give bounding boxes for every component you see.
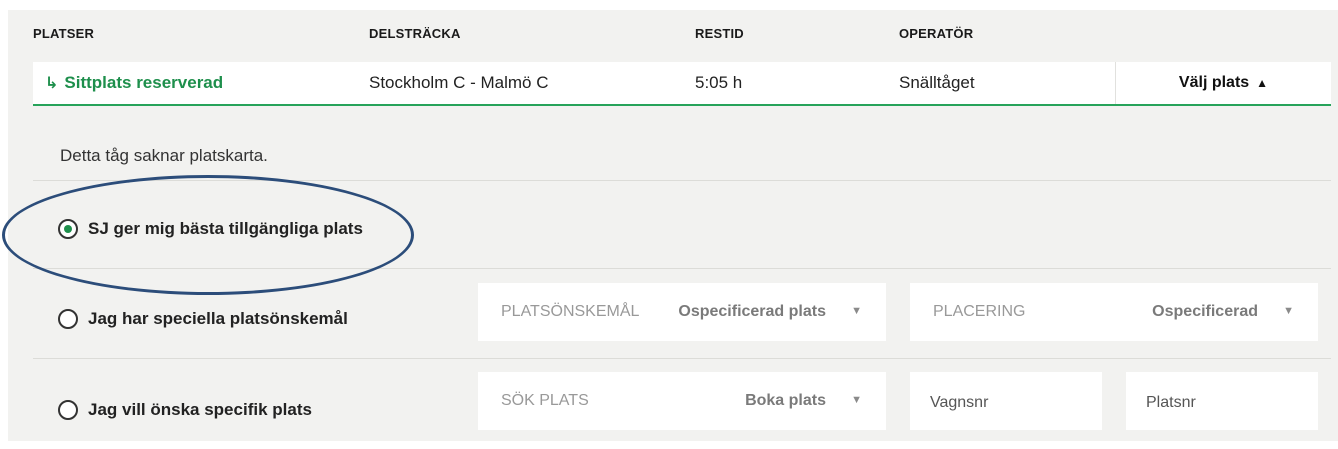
seat-reserved-icon: ↳ — [45, 75, 59, 92]
search-seat-value: Boka plats — [745, 392, 826, 409]
seat-status-label: Sittplats reserverad — [64, 73, 224, 92]
header-operator: OPERATÖR — [899, 26, 974, 41]
chevron-down-icon: ▼ — [851, 394, 862, 406]
option-best-available[interactable]: SJ ger mig bästa tillgängliga plats — [58, 219, 363, 239]
chevron-down-icon: ▼ — [851, 305, 862, 317]
option-special-wishes[interactable]: Jag har speciella platsönskemål — [58, 309, 348, 329]
search-seat-select[interactable]: SÖK PLATS Boka plats ▼ — [478, 372, 886, 430]
seat-number-input[interactable]: Platsnr — [1126, 372, 1318, 430]
option-label: Jag har speciella platsönskemål — [88, 309, 348, 328]
search-seat-label: SÖK PLATS — [501, 392, 589, 409]
choose-seat-label: Välj plats — [1178, 74, 1250, 91]
seat-wish-value: Ospecificerad plats — [678, 303, 826, 320]
operator-name: Snälltåget — [899, 73, 975, 92]
header-delstracka: DELSTRÄCKA — [369, 26, 461, 41]
journey-summary-row: ↳ Sittplats reserverad Stockholm C - Malm… — [33, 62, 1331, 106]
placement-value: Ospecificerad — [1152, 303, 1258, 320]
seat-wish-select[interactable]: PLATSÖNSKEMÅL Ospecificerad plats ▼ — [478, 283, 886, 341]
option-specific-seat[interactable]: Jag vill önska specifik plats — [58, 400, 312, 420]
option-label: SJ ger mig bästa tillgängliga plats — [88, 219, 363, 238]
radio-icon[interactable] — [58, 400, 78, 420]
travel-time: 5:05 h — [695, 73, 743, 92]
chevron-down-icon: ▼ — [1283, 305, 1294, 317]
placement-label: PLACERING — [933, 303, 1026, 320]
placement-select[interactable]: PLACERING Ospecificerad ▼ — [910, 283, 1318, 341]
no-seat-map-note: Detta tåg saknar platskarta. — [60, 146, 268, 165]
radio-selected-icon[interactable] — [58, 219, 78, 239]
choose-seat-button[interactable]: Välj plats ▲ — [1115, 62, 1331, 104]
caret-up-icon: ▲ — [1256, 76, 1269, 90]
radio-icon[interactable] — [58, 309, 78, 329]
car-number-input[interactable]: Vagnsnr — [910, 372, 1102, 430]
seat-status: ↳ Sittplats reserverad — [45, 62, 223, 104]
divider — [33, 180, 1331, 181]
seat-wish-label: PLATSÖNSKEMÅL — [501, 303, 640, 320]
seat-number-placeholder: Platsnr — [1146, 394, 1196, 411]
route-text: Stockholm C - Malmö C — [369, 73, 549, 92]
divider — [33, 358, 1331, 359]
header-platser: PLATSER — [33, 26, 95, 41]
divider — [33, 268, 1331, 269]
column-headers: PLATSER DELSTRÄCKA RESTID OPERATÖR — [33, 26, 1331, 46]
header-restid: RESTID — [695, 26, 744, 41]
option-label: Jag vill önska specifik plats — [88, 400, 312, 419]
car-number-placeholder: Vagnsnr — [930, 394, 989, 411]
